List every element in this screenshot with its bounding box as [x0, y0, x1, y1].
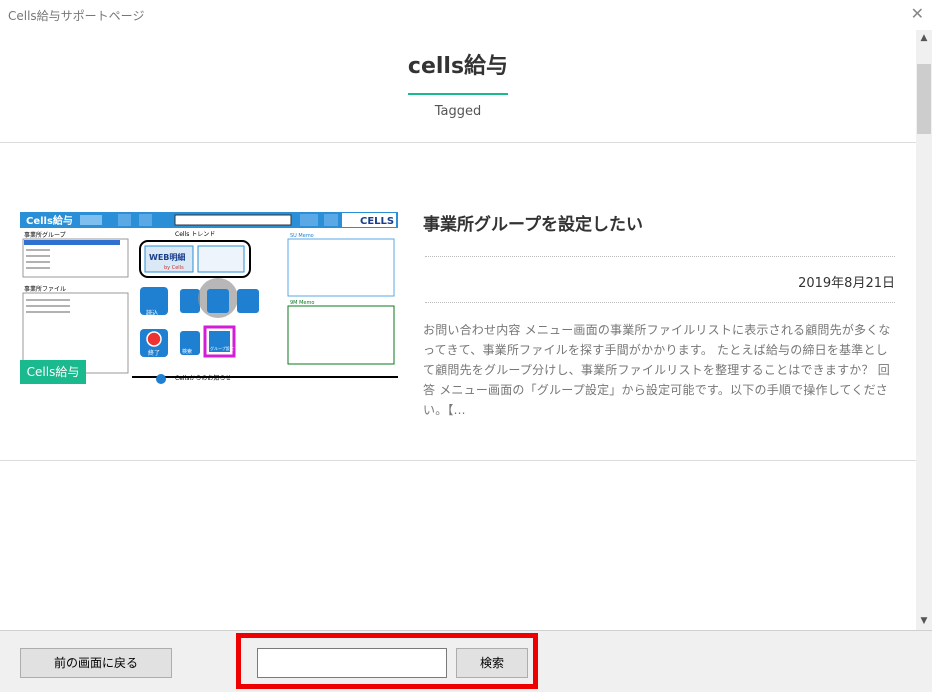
thumb-memo2: 9M Memo: [290, 300, 314, 306]
post-title[interactable]: 事業所グループを設定したい: [423, 210, 643, 235]
thumb-web-label: WEB明細: [149, 252, 185, 262]
thumb-btn-search: 検索: [182, 348, 192, 355]
tagged-label: Tagged: [434, 104, 482, 119]
scroll-up-icon[interactable]: ▲: [916, 30, 932, 47]
thumb-logo: CELLS: [360, 216, 394, 227]
page-content: cells給与 Tagged Cells給与 CELLS 事業所グループ 事業所…: [0, 30, 916, 630]
divider: [0, 142, 916, 143]
search-input[interactable]: [257, 648, 447, 678]
thumb-trend-label: Cells トレンド: [175, 231, 215, 238]
thumb-group-label: 事業所グループ: [24, 231, 66, 239]
search-button[interactable]: 検索: [456, 648, 528, 678]
scroll-thumb[interactable]: [917, 64, 931, 134]
dotted-divider: [425, 256, 895, 257]
scroll-down-icon[interactable]: ▼: [916, 613, 932, 630]
thumb-btn-group: グループ設定: [210, 345, 234, 351]
thumb-notice: Cellsからのお知らせ: [175, 374, 231, 382]
category-badge[interactable]: Cells給与: [20, 360, 86, 384]
back-button[interactable]: 前の画面に戻る: [20, 648, 172, 678]
post-date: 2019年8月21日: [798, 276, 895, 291]
thumb-btn-end: 終了: [148, 349, 160, 357]
thumb-memo1: SU Memo: [290, 233, 314, 239]
window-titlebar: Cells給与サポートページ ✕: [0, 0, 932, 30]
bottom-toolbar: 前の画面に戻る 検索: [0, 630, 932, 692]
post-thumbnail[interactable]: Cells給与 CELLS 事業所グループ 事業所ファイル Cells トレンド: [20, 212, 398, 384]
close-icon[interactable]: ✕: [911, 4, 924, 24]
thumb-file-label: 事業所ファイル: [24, 285, 66, 293]
thumb-app-title: Cells給与: [26, 214, 73, 227]
vertical-scrollbar[interactable]: ▲ ▼: [916, 30, 932, 630]
divider: [0, 460, 916, 461]
title-underline: [408, 93, 508, 95]
site-title[interactable]: cells給与: [0, 48, 916, 80]
dotted-divider: [425, 302, 895, 303]
window-title: Cells給与サポートページ: [8, 9, 145, 23]
thumbnail-screenshot: Cells給与 CELLS 事業所グループ 事業所ファイル Cells トレンド: [20, 212, 398, 384]
post-excerpt: お問い合わせ内容 メニュー画面の事業所ファイルリストに表示される顧問先が多くなっ…: [423, 323, 891, 417]
thumb-btn-open: 読込: [146, 309, 158, 317]
thumb-web-sub: by Cells: [164, 265, 184, 271]
